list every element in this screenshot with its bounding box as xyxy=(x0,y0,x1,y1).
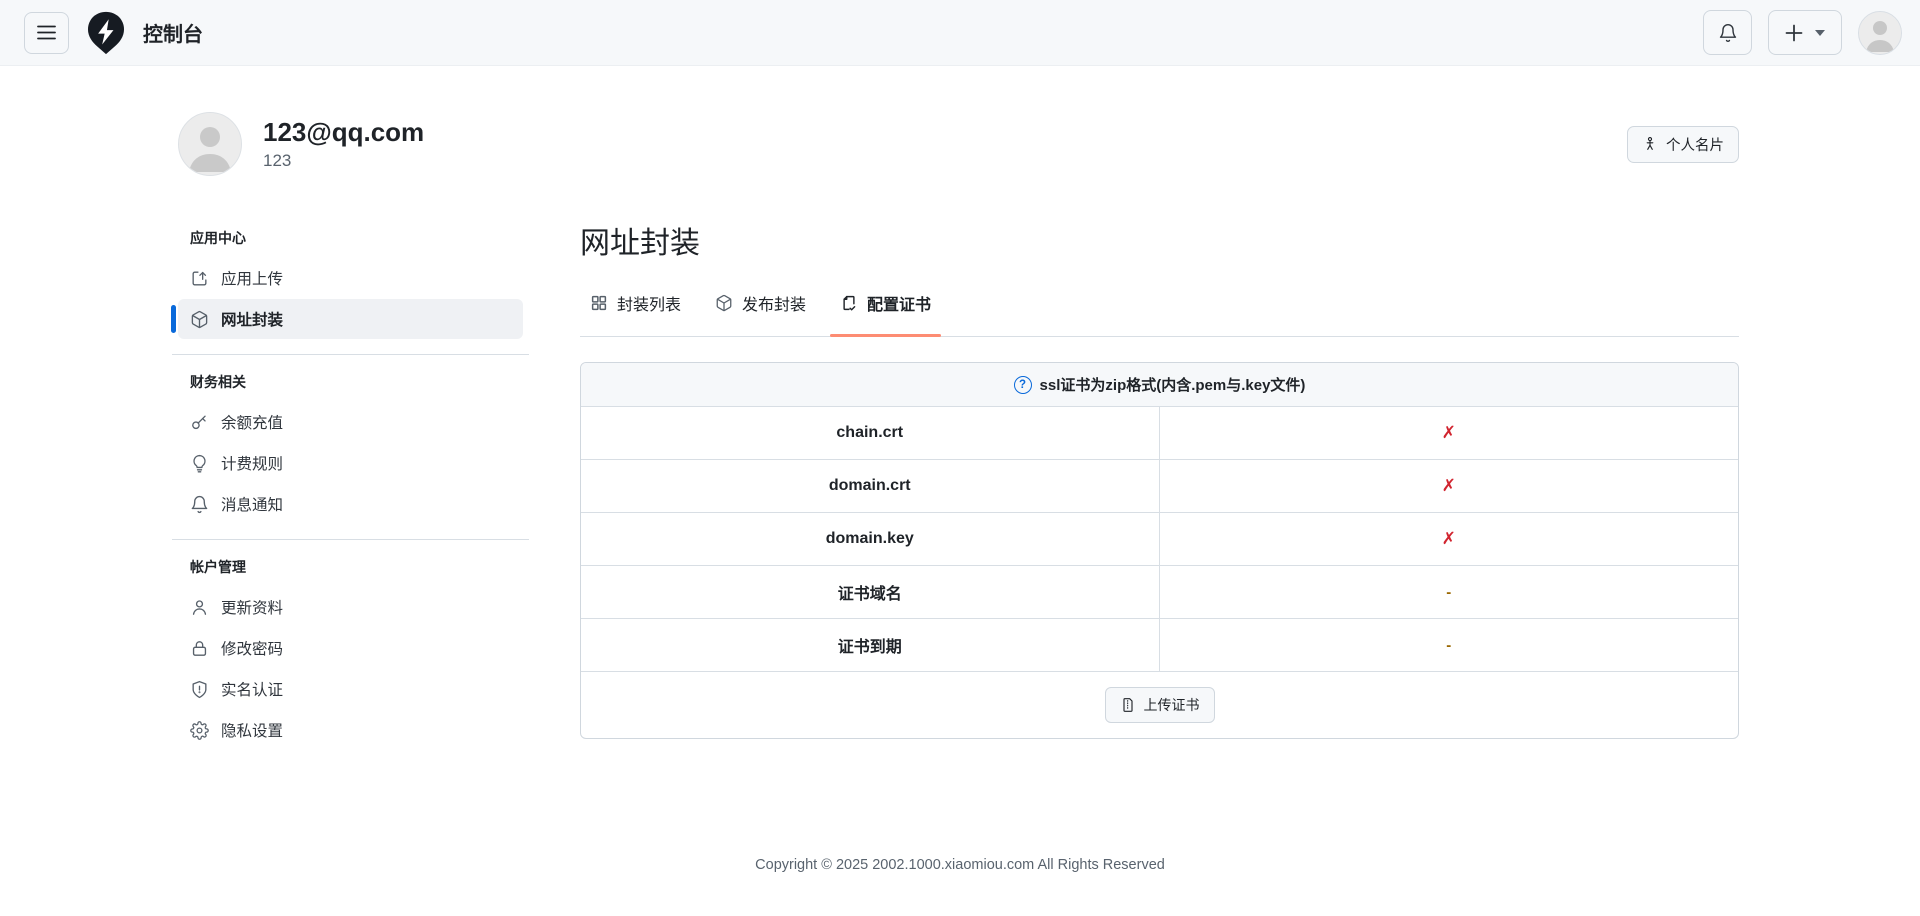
help-icon[interactable] xyxy=(1013,375,1032,394)
table-row: domain.crt ✗ xyxy=(581,460,1738,513)
grid-icon xyxy=(590,294,608,312)
tab-configure-certificate[interactable]: 配置证书 xyxy=(830,289,942,337)
lock-icon xyxy=(190,639,209,658)
personal-card-button[interactable]: 个人名片 xyxy=(1627,125,1739,163)
caret-down-icon xyxy=(1815,29,1825,36)
file-check-icon xyxy=(840,294,858,312)
tab-label: 封装列表 xyxy=(617,297,682,314)
sidebar-item-real-name-verification[interactable]: 实名认证 xyxy=(178,669,523,709)
main-content: 网址封装 封装列表 发布封装 配置证书 ? ssl证书为zip格式(内含.pem… xyxy=(580,226,1739,751)
cert-item-name: 证书到期 xyxy=(581,619,1160,671)
gear-icon xyxy=(190,720,209,740)
person-icon xyxy=(190,598,209,617)
sidebar-item-label: 更新资料 xyxy=(221,600,284,617)
hamburger-menu-button[interactable] xyxy=(24,11,69,54)
sidebar-item-update-profile[interactable]: 更新资料 xyxy=(178,587,523,627)
tab-label: 配置证书 xyxy=(867,297,932,314)
copyright-footer: Copyright © 2025 2002.1000.xiaomiou.com … xyxy=(755,857,1165,873)
sidebar-item-label: 计费规则 xyxy=(221,456,284,473)
tab-label: 发布封装 xyxy=(742,297,807,314)
user-avatar-button[interactable] xyxy=(1858,10,1902,55)
table-footer: 上传证书 xyxy=(581,672,1738,738)
create-new-dropdown-button[interactable] xyxy=(1768,10,1842,55)
profile-avatar xyxy=(178,112,242,176)
sidebar-heading-app-center: 应用中心 xyxy=(190,230,246,246)
sidebar-item-label: 余额充值 xyxy=(221,415,284,432)
logo-pin-bolt-icon xyxy=(83,10,129,56)
sidebar-heading-account: 帐户管理 xyxy=(190,559,246,575)
table-row: chain.crt ✗ xyxy=(581,407,1738,460)
sidebar-divider xyxy=(172,539,529,540)
cert-item-status: ✗ xyxy=(1441,529,1456,548)
app-title: 控制台 xyxy=(143,24,203,46)
sidebar-item-label: 隐私设置 xyxy=(221,723,284,740)
cert-item-name: domain.key xyxy=(581,513,1160,565)
sidebar-item-label: 实名认证 xyxy=(221,682,284,699)
page-container: 123@qq.com 123 个人名片 应用中心 应用上传 网址封装 财务相关 … xyxy=(0,112,1920,751)
plus-icon xyxy=(1785,24,1803,42)
hamburger-icon xyxy=(37,25,56,40)
zip-file-icon xyxy=(1120,697,1136,713)
sidebar-item-label: 网址封装 xyxy=(221,312,284,329)
cert-item-name: domain.crt xyxy=(581,460,1160,512)
cert-item-status: - xyxy=(1446,636,1452,654)
personal-card-label: 个人名片 xyxy=(1666,137,1724,154)
cert-item-name: chain.crt xyxy=(581,407,1160,459)
tab-publish-package[interactable]: 发布封装 xyxy=(705,289,816,336)
certificate-table: ssl证书为zip格式(内含.pem与.key文件) chain.crt ✗ d… xyxy=(580,362,1739,739)
sidebar-item-label: 应用上传 xyxy=(221,271,284,288)
topbar-actions xyxy=(1703,10,1902,55)
cube-icon xyxy=(715,294,733,312)
profile-text: 123@qq.com 123 xyxy=(263,117,424,171)
profile-header: 123@qq.com 123 个人名片 xyxy=(172,112,1739,176)
sidebar-heading-finance: 财务相关 xyxy=(190,374,246,390)
sidebar: 应用中心 应用上传 网址封装 财务相关 余额充值 计费规则 消息通知 帐户管理 … xyxy=(171,226,529,751)
table-row: domain.key ✗ xyxy=(581,513,1738,566)
notifications-button[interactable] xyxy=(1703,10,1752,55)
cert-item-status: ✗ xyxy=(1441,423,1456,442)
page-title: 网址封装 xyxy=(580,227,700,260)
sidebar-item-label: 修改密码 xyxy=(221,641,284,658)
bell-icon xyxy=(1718,23,1738,43)
cert-item-name: 证书域名 xyxy=(581,566,1160,618)
key-icon xyxy=(190,413,209,432)
sidebar-item-billing-rules[interactable]: 计费规则 xyxy=(178,443,523,483)
upload-certificate-label: 上传证书 xyxy=(1143,697,1200,713)
profile-username: 123 xyxy=(263,151,292,170)
certificate-table-header: ssl证书为zip格式(内含.pem与.key文件) xyxy=(581,363,1738,407)
lightbulb-icon xyxy=(190,454,209,473)
person-card-icon xyxy=(1642,136,1658,152)
cert-item-status: ✗ xyxy=(1441,476,1456,495)
top-bar: 控制台 xyxy=(0,0,1920,66)
table-row: 证书域名 - xyxy=(581,566,1738,619)
sidebar-item-change-password[interactable]: 修改密码 xyxy=(178,628,523,668)
sidebar-item-notifications[interactable]: 消息通知 xyxy=(178,484,523,524)
sidebar-item-app-upload[interactable]: 应用上传 xyxy=(178,258,523,298)
sidebar-item-label: 消息通知 xyxy=(221,497,284,514)
tab-bar: 封装列表 发布封装 配置证书 xyxy=(580,289,1739,337)
table-row: 证书到期 - xyxy=(581,619,1738,672)
upload-certificate-button[interactable]: 上传证书 xyxy=(1104,687,1215,723)
app-upload-icon xyxy=(190,269,209,288)
bell-icon xyxy=(190,495,209,514)
cube-icon xyxy=(190,310,209,329)
profile-email: 123@qq.com xyxy=(263,117,425,147)
cert-item-status: - xyxy=(1446,583,1452,601)
sidebar-item-url-packaging[interactable]: 网址封装 xyxy=(171,299,523,339)
sidebar-divider xyxy=(172,354,529,355)
tab-package-list[interactable]: 封装列表 xyxy=(580,289,691,336)
certificate-format-note: ssl证书为zip格式(内含.pem与.key文件) xyxy=(1039,377,1306,394)
sidebar-item-balance-recharge[interactable]: 余额充值 xyxy=(178,402,523,442)
sidebar-item-privacy-settings[interactable]: 隐私设置 xyxy=(178,710,523,750)
shield-icon xyxy=(190,680,209,699)
